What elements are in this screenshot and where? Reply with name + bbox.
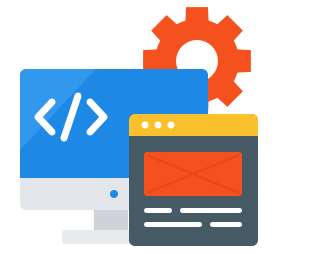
browser-window-icon: [129, 114, 258, 246]
browser-dot-3: [167, 121, 175, 129]
monitor-power-dot: [110, 190, 118, 198]
web-development-illustration: [0, 0, 270, 254]
browser-dot-2: [154, 121, 162, 129]
browser-dot-1: [141, 121, 149, 129]
illustration-canvas: [20, 7, 258, 246]
monitor-stand: [94, 208, 128, 232]
